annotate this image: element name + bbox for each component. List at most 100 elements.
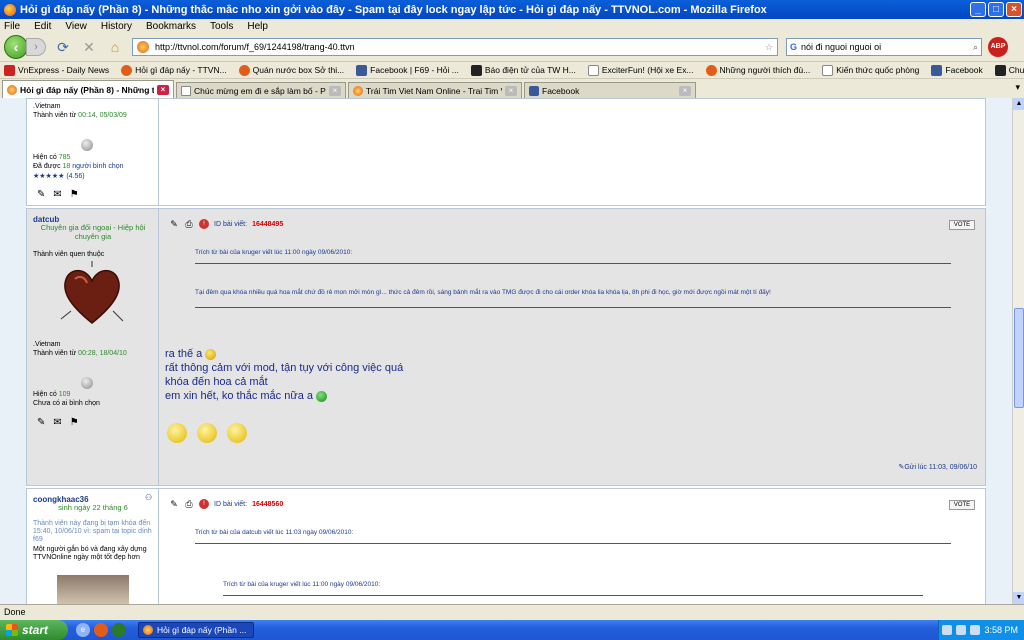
edit-icon[interactable]: ✎ <box>169 219 179 229</box>
bookmark-item[interactable]: ExciterFun! (Hội xe Ex... <box>587 64 694 76</box>
scroll-thumb[interactable] <box>1014 308 1024 408</box>
media-icon[interactable] <box>112 623 126 637</box>
message-icon[interactable]: ✉ <box>53 189 61 200</box>
user-avatar <box>60 261 124 324</box>
message-icon[interactable]: ✉ <box>53 417 61 428</box>
post-user-panel: coongkhaac36 ⚇ sinh ngày 22 tháng 6 Thàn… <box>27 489 159 604</box>
menu-bookmarks[interactable]: Bookmarks <box>146 21 196 32</box>
forward-button[interactable]: › <box>26 38 46 56</box>
quick-launch: e <box>76 623 126 637</box>
facebook-icon <box>529 85 539 96</box>
friend-icon[interactable]: ⚑ <box>70 189 79 200</box>
vertical-scrollbar[interactable]: ▲ ▼ <box>1012 98 1024 604</box>
user-rating: Chưa có ai bình chọn <box>33 400 100 407</box>
report-icon[interactable]: ! <box>199 219 209 229</box>
menu-help[interactable]: Help <box>247 21 268 32</box>
profile-icon[interactable]: ✎ <box>37 189 45 200</box>
forum-post-coongkhaac36: coongkhaac36 ⚇ sinh ngày 22 tháng 6 Thàn… <box>26 488 986 604</box>
search-engine-icon[interactable]: G <box>790 42 797 52</box>
reload-icon[interactable]: ⟳ <box>54 38 72 56</box>
window-controls: _ □ × <box>970 2 1022 17</box>
menu-view[interactable]: View <box>65 21 87 32</box>
bookmark-item[interactable]: Quán nước box Sở thi... <box>238 64 344 76</box>
tab-chuc-mung[interactable]: Chúc mừng em đi e sắp làm bố - Page 8...… <box>176 82 346 98</box>
quote-divider <box>223 595 923 596</box>
ttvn-icon <box>238 64 250 76</box>
url-input[interactable]: http://ttvnol.com/forum/f_69/1244198/tra… <box>155 42 765 52</box>
back-button[interactable]: ‹ <box>4 35 28 59</box>
firefox-quick-icon[interactable] <box>94 623 108 637</box>
volume-icon[interactable] <box>956 625 967 635</box>
user-country: .Vietnam <box>33 103 61 110</box>
user-bio: Một người gắn bó và đang xây dựng TTVNOn… <box>33 546 147 561</box>
maximize-button[interactable]: □ <box>988 2 1004 17</box>
quote-divider <box>195 543 951 544</box>
edit-icon[interactable]: ✎ <box>169 499 179 509</box>
close-tab-icon[interactable]: × <box>679 85 691 96</box>
bookmark-star-icon[interactable]: ☆ <box>765 42 773 53</box>
network-icon[interactable] <box>942 625 953 635</box>
vote-button[interactable]: VOTE <box>949 500 975 510</box>
friend-icon[interactable]: ⚑ <box>70 417 79 428</box>
menu-edit[interactable]: Edit <box>34 21 51 32</box>
tab-facebook[interactable]: Facebook × <box>524 82 696 98</box>
medal-icon <box>81 377 93 389</box>
url-bar[interactable]: http://ttvnol.com/forum/f_69/1244198/tra… <box>132 38 778 56</box>
taskbar-item-firefox[interactable]: Hỏi gì đáp nấy (Phần ... <box>138 622 254 638</box>
bookmark-item[interactable]: Facebook <box>931 64 983 76</box>
report-icon[interactable]: ! <box>199 499 209 509</box>
bookmark-item[interactable]: Những người thích đù... <box>705 64 810 76</box>
profile-icon[interactable]: ✎ <box>37 417 45 428</box>
bookmark-item[interactable]: Chuyện trò linh tinh™ ... <box>994 64 1024 76</box>
vote-button[interactable]: VOTE <box>949 220 975 230</box>
status-bar: Done <box>0 604 1024 620</box>
user-stars: ★★★★★ (4.56) <box>33 173 85 180</box>
bookmark-item[interactable]: Facebook | F69 - Hỏi ... <box>356 64 459 76</box>
ttvn-icon <box>121 64 133 76</box>
tab-list-icon[interactable]: ▾ <box>1015 82 1020 93</box>
forum-post-datcub: datcub Chuyên gia đối ngoại - Hiệp hội c… <box>26 208 986 486</box>
vnexpress-icon <box>4 64 15 76</box>
tab-hoi-gi-dap-nay[interactable]: Hỏi gì đáp nấy (Phần 8) - Những t... × <box>2 80 174 98</box>
window-titlebar: Hỏi gì đáp nấy (Phần 8) - Những thắc mắc… <box>0 0 1024 19</box>
print-icon[interactable]: ⎙ <box>184 219 194 229</box>
stop-icon[interactable]: ✕ <box>80 38 98 56</box>
page-icon <box>994 64 1006 76</box>
close-tab-icon[interactable]: × <box>157 84 169 95</box>
close-tab-icon[interactable]: × <box>505 85 517 96</box>
quote-divider <box>195 307 951 308</box>
print-icon[interactable]: ⎙ <box>184 499 194 509</box>
windows-taskbar: start e Hỏi gì đáp nấy (Phần ... 3:58 PM <box>0 620 1024 640</box>
close-tab-icon[interactable]: × <box>329 85 341 96</box>
search-bar[interactable]: G nói đi nguoi nguoi oi ⌕ <box>786 38 982 56</box>
post-toolbar: ✎ ⎙ ! ID bài viết: 16448560 <box>169 499 283 509</box>
page-icon <box>822 64 834 76</box>
start-button[interactable]: start <box>0 620 68 640</box>
search-icon[interactable]: ⌕ <box>973 42 978 53</box>
bookmarks-toolbar: VnExpress - Daily News Hỏi gì đáp nấy - … <box>0 61 1024 79</box>
menu-tools[interactable]: Tools <box>210 21 233 32</box>
close-button[interactable]: × <box>1006 2 1022 17</box>
tab-trai-tim-viet-nam[interactable]: Trái Tim Viet Nam Online - Trai Tim Viet… <box>348 82 522 98</box>
smiley-icon <box>205 348 217 360</box>
scroll-up-icon[interactable]: ▲ <box>1013 98 1024 110</box>
search-input[interactable]: nói đi nguoi nguoi oi <box>801 42 973 52</box>
ie-icon[interactable]: e <box>76 623 90 637</box>
bookmark-item[interactable]: Kiến thức quốc phòng <box>822 64 919 76</box>
menu-history[interactable]: History <box>101 21 132 32</box>
home-icon[interactable]: ⌂ <box>106 38 124 56</box>
bookmark-item[interactable]: VnExpress - Daily News <box>4 64 109 76</box>
minimize-button[interactable]: _ <box>970 2 986 17</box>
user-member-since: Thành viên từ 00:14, 05/03/09 <box>33 112 127 119</box>
bookmark-item[interactable]: Hỏi gì đáp nấy - TTVN... <box>121 64 227 76</box>
scroll-down-icon[interactable]: ▼ <box>1013 592 1024 604</box>
post-body: ✎ ⎙ ! ID bài viết: 16448560 VOTE Trích t… <box>159 489 985 604</box>
clock[interactable]: 3:58 PM <box>984 625 1018 635</box>
post-user-panel: .Vietnam Thành viên từ 00:14, 05/03/09 H… <box>27 99 159 205</box>
user-title: Thành viên quen thuộc <box>33 251 105 258</box>
security-icon[interactable] <box>970 625 981 635</box>
user-link-icon[interactable]: ⚇ <box>145 493 152 502</box>
adblock-icon[interactable]: ABP <box>988 37 1008 57</box>
bookmark-item[interactable]: Báo điện tử của TW H... <box>470 64 576 76</box>
menu-file[interactable]: File <box>4 21 20 32</box>
